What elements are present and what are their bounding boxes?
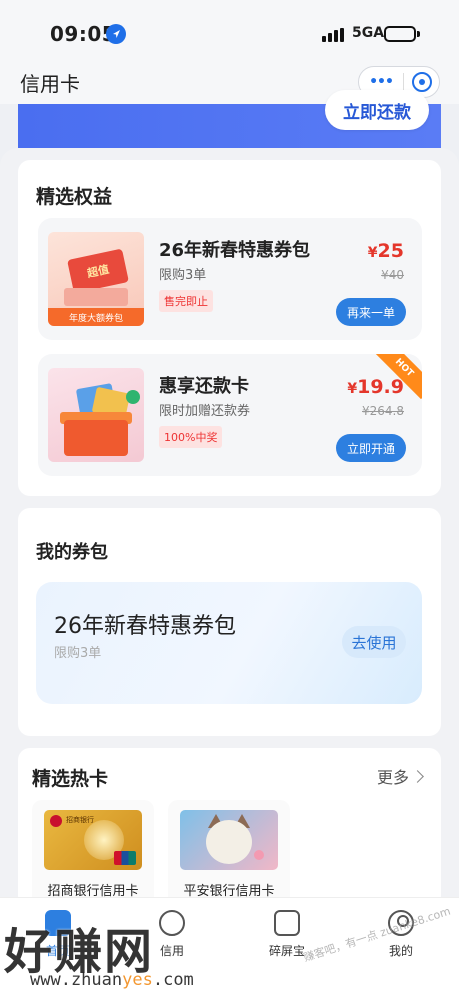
benefit-item-repay-card[interactable]: 惠享还款卡 限时加赠还款券 100%中奖 ¥19.9 ¥264.8 立即开通 H…	[38, 354, 422, 476]
coupon-sub: 限购3单	[54, 646, 102, 661]
open-now-button[interactable]: 立即开通	[336, 434, 406, 462]
signal-icon	[322, 28, 344, 42]
repay-card-thumbnail	[48, 368, 144, 462]
price-value: 19.9	[357, 376, 404, 398]
benefit-item-coupon-pack[interactable]: 超值 年度大额券包 26年新春特惠券包 限购3单 售完即止 ¥25 ¥40 再来…	[38, 218, 422, 340]
tab-bar: 首页 信用 碎屏宝 我的	[0, 897, 459, 1000]
price-value: 25	[377, 240, 404, 262]
hot-cards-title: 精选热卡	[32, 768, 109, 790]
benefit-price: ¥19.9	[347, 376, 404, 398]
battery-icon	[384, 26, 420, 42]
wallet-title: 我的券包	[36, 542, 108, 563]
card-bank-text: 招商银行	[66, 816, 94, 824]
benefit-price: ¥25	[368, 240, 404, 262]
tab-mine[interactable]: 我的	[361, 910, 441, 959]
benefit-original-price: ¥40	[381, 268, 404, 282]
benefit-name: 惠享还款卡	[159, 376, 249, 397]
location-arrow-icon	[106, 24, 126, 44]
benefits-title: 精选权益	[36, 186, 113, 208]
more-link[interactable]: 更多	[377, 764, 424, 788]
benefit-tag: 100%中奖	[159, 426, 223, 448]
tab-label: 我的	[388, 944, 413, 958]
cmb-logo-icon	[50, 815, 62, 827]
chevron-right-icon	[411, 769, 424, 783]
coupon-title: 26年新春特惠券包	[54, 614, 236, 639]
tab-home[interactable]: 首页	[18, 910, 98, 959]
tab-label: 首页	[45, 944, 70, 958]
ticket-stand	[64, 288, 128, 306]
tab-credit[interactable]: 信用	[132, 910, 212, 959]
close-button[interactable]	[404, 72, 439, 92]
benefit-sub: 限时加赠还款券	[159, 404, 251, 419]
benefit-name: 26年新春特惠券包	[159, 240, 311, 261]
benefit-sub: 限购3单	[159, 268, 207, 283]
hot-card-item[interactable]: 招商银行 招商银行信用卡	[32, 800, 154, 910]
unionpay-logo-icon	[114, 851, 136, 865]
currency-symbol: ¥	[347, 381, 358, 397]
close-circle-icon	[411, 72, 432, 92]
value-ticket-icon: 超值	[67, 248, 129, 294]
benefit-tag: 售完即止	[159, 290, 213, 312]
hot-card-item[interactable]: 平安银行信用卡	[168, 800, 290, 910]
reorder-button[interactable]: 再来一单	[336, 298, 406, 326]
coin-icon	[126, 390, 140, 404]
page-title: 信用卡	[20, 72, 80, 96]
network-label: 5GA	[352, 25, 385, 41]
benefit-original-price: ¥264.8	[362, 404, 404, 418]
repay-now-button[interactable]: 立即还款	[325, 90, 429, 130]
status-bar: 09:05 5GA	[0, 0, 459, 62]
pingan-card-image	[180, 810, 278, 870]
more-menu-button[interactable]: •••	[359, 74, 403, 90]
thumbnail-caption: 年度大额券包	[48, 308, 144, 326]
cmb-card-image: 招商银行	[44, 810, 142, 870]
paw-icon	[254, 850, 264, 860]
use-coupon-button[interactable]: 去使用	[342, 626, 406, 658]
cat-illustration	[206, 820, 252, 864]
tab-screen-protect[interactable]: 碎屏宝	[247, 910, 327, 959]
person-icon	[388, 910, 414, 936]
tab-label: 碎屏宝	[268, 944, 305, 958]
broken-screen-icon	[274, 910, 300, 936]
gift-box-icon	[64, 420, 128, 456]
tab-label: 信用	[159, 944, 184, 958]
more-label: 更多	[377, 768, 410, 787]
coupon-pack-thumbnail: 超值 年度大额券包	[48, 232, 144, 326]
credit-icon	[159, 910, 185, 936]
coupon-item[interactable]: 26年新春特惠券包 限购3单 去使用	[36, 582, 422, 704]
home-icon	[45, 910, 71, 936]
currency-symbol: ¥	[367, 245, 378, 261]
